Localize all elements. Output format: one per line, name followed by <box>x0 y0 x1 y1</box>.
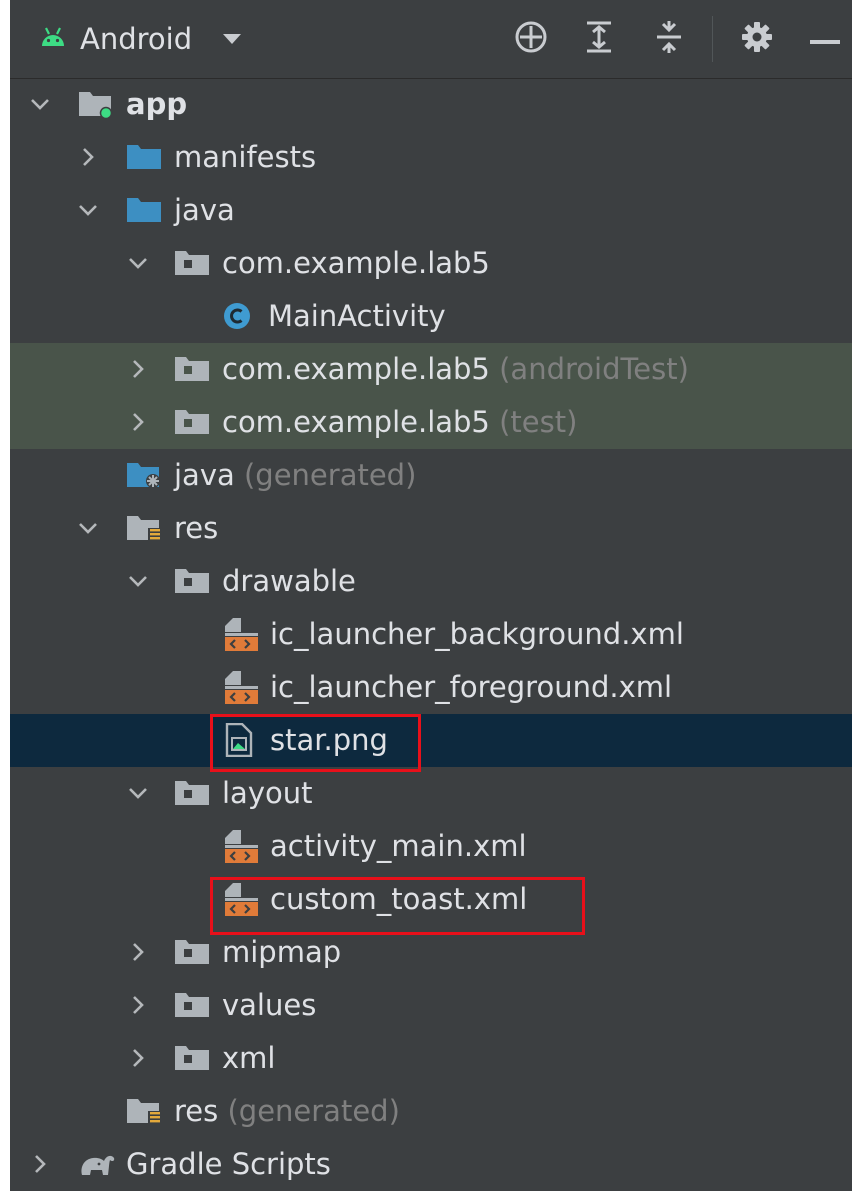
gradle-elephant-icon <box>76 1149 115 1179</box>
tree-item-label: xml <box>222 1041 276 1075</box>
tree-item-xml[interactable]: xml <box>10 1032 852 1085</box>
chevron-down-icon[interactable] <box>126 781 150 805</box>
tree-item-suffix: (generated) <box>243 458 417 492</box>
xml-file-icon <box>222 830 259 863</box>
minimize-icon <box>810 30 840 49</box>
tree-item-package-test[interactable]: com.example.lab5 (test) <box>10 396 852 449</box>
tree-item-label: manifests <box>174 140 317 174</box>
tree-item-custom-toast[interactable]: custom_toast.xml <box>10 873 852 926</box>
collapse-all-icon <box>654 20 684 58</box>
settings-button[interactable] <box>736 18 778 60</box>
chevron-right-icon[interactable] <box>28 1152 52 1176</box>
tree-item-java[interactable]: java <box>10 184 852 237</box>
collapse-all-button[interactable] <box>648 18 690 60</box>
generated-source-folder-icon <box>126 460 160 490</box>
tree-item-label: ic_launcher_foreground.xml <box>270 670 673 704</box>
tree-item-app[interactable]: app <box>10 78 852 131</box>
tree-item-label: com.example.lab5 (test) <box>222 405 578 439</box>
locate-button[interactable] <box>510 18 552 60</box>
tree-item-layout[interactable]: layout <box>10 767 852 820</box>
tree-item-mipmap[interactable]: mipmap <box>10 926 852 979</box>
expand-all-button[interactable] <box>578 18 620 60</box>
chevron-down-icon[interactable] <box>28 92 52 116</box>
tree-item-res-generated[interactable]: res (generated) <box>10 1085 852 1138</box>
tree-item-main-activity[interactable]: MainActivity <box>10 290 852 343</box>
tree-item-label: ic_launcher_background.xml <box>270 617 684 651</box>
tree-item-star-png[interactable]: star.png <box>10 714 852 767</box>
tree-item-label: com.example.lab5 <box>222 246 490 280</box>
chevron-down-icon[interactable] <box>126 251 150 275</box>
tree-item-ic-launcher-background[interactable]: ic_launcher_background.xml <box>10 608 852 661</box>
tree-item-ic-launcher-foreground[interactable]: ic_launcher_foreground.xml <box>10 661 852 714</box>
chevron-down-icon[interactable] <box>126 569 150 593</box>
resource-folder-icon <box>126 1096 160 1126</box>
tree-item-label: com.example.lab5 (androidTest) <box>222 352 689 386</box>
chevron-down-icon[interactable] <box>76 516 100 540</box>
android-icon <box>40 26 66 52</box>
folder-icon <box>126 142 161 172</box>
chevron-down-icon[interactable] <box>76 198 100 222</box>
resource-folder-icon <box>126 513 160 543</box>
tree-item-label: star.png <box>270 723 388 757</box>
chevron-right-icon[interactable] <box>76 145 100 169</box>
tree-item-package-main[interactable]: com.example.lab5 <box>10 237 852 290</box>
package-folder-icon <box>174 354 209 384</box>
tree-item-java-generated[interactable]: java (generated) <box>10 449 852 502</box>
module-folder-icon <box>78 89 113 120</box>
tree-item-suffix: (generated) <box>227 1094 400 1128</box>
xml-file-icon <box>222 671 259 704</box>
chevron-right-icon[interactable] <box>126 357 150 381</box>
package-folder-icon <box>174 778 209 808</box>
tree-item-label: res (generated) <box>174 1094 400 1128</box>
tree-item-label: mipmap <box>222 935 342 969</box>
class-icon <box>222 301 256 331</box>
tree-item-manifests[interactable]: manifests <box>10 131 852 184</box>
toolbar-separator <box>712 16 713 62</box>
xml-file-icon <box>222 883 259 916</box>
package-folder-icon <box>174 1043 209 1073</box>
gear-icon <box>740 20 774 58</box>
view-selector-dropdown[interactable]: Android <box>40 17 242 61</box>
tree-item-label: activity_main.xml <box>270 829 527 863</box>
tree-item-label: Gradle Scripts <box>126 1147 331 1181</box>
expand-all-icon <box>584 20 614 58</box>
package-folder-icon <box>174 566 209 596</box>
package-folder-icon <box>174 937 209 967</box>
tree-item-label: MainActivity <box>268 299 446 333</box>
tree-item-label: res <box>174 511 219 545</box>
package-folder-icon <box>174 248 209 278</box>
tree-item-drawable[interactable]: drawable <box>10 555 852 608</box>
xml-file-icon <box>222 618 259 651</box>
chevron-right-icon[interactable] <box>126 940 150 964</box>
project-tool-window: Android app manifests java com.example.l… <box>10 0 852 1191</box>
tree-item-label: drawable <box>222 564 356 598</box>
project-toolbar: Android <box>10 0 852 79</box>
chevron-down-icon <box>222 30 242 49</box>
package-folder-icon <box>174 990 209 1020</box>
chevron-right-icon[interactable] <box>126 1046 150 1070</box>
tree-item-values[interactable]: values <box>10 979 852 1032</box>
chevron-right-icon[interactable] <box>126 993 150 1017</box>
tree-item-label: app <box>126 87 188 121</box>
tree-item-gradle-scripts[interactable]: Gradle Scripts <box>10 1138 852 1191</box>
tree-item-activity-main[interactable]: activity_main.xml <box>10 820 852 873</box>
tree-item-res[interactable]: res <box>10 502 852 555</box>
tree-item-label: java <box>174 193 235 227</box>
chevron-right-icon[interactable] <box>126 410 150 434</box>
tree-item-label: custom_toast.xml <box>270 882 528 916</box>
tree-item-label: layout <box>222 776 313 810</box>
view-selector-label: Android <box>80 22 193 56</box>
tree-item-label: java (generated) <box>174 458 417 492</box>
tree-item-label: values <box>222 988 317 1022</box>
tree-item-suffix: (test) <box>499 405 578 439</box>
locate-crosshair-icon <box>514 20 548 58</box>
image-file-icon <box>224 722 258 758</box>
tree-item-package-android-test[interactable]: com.example.lab5 (androidTest) <box>10 343 852 396</box>
package-folder-icon <box>174 407 209 437</box>
tree-item-suffix: (androidTest) <box>499 352 689 386</box>
source-folder-icon <box>126 195 161 225</box>
hide-panel-button[interactable] <box>804 18 846 60</box>
